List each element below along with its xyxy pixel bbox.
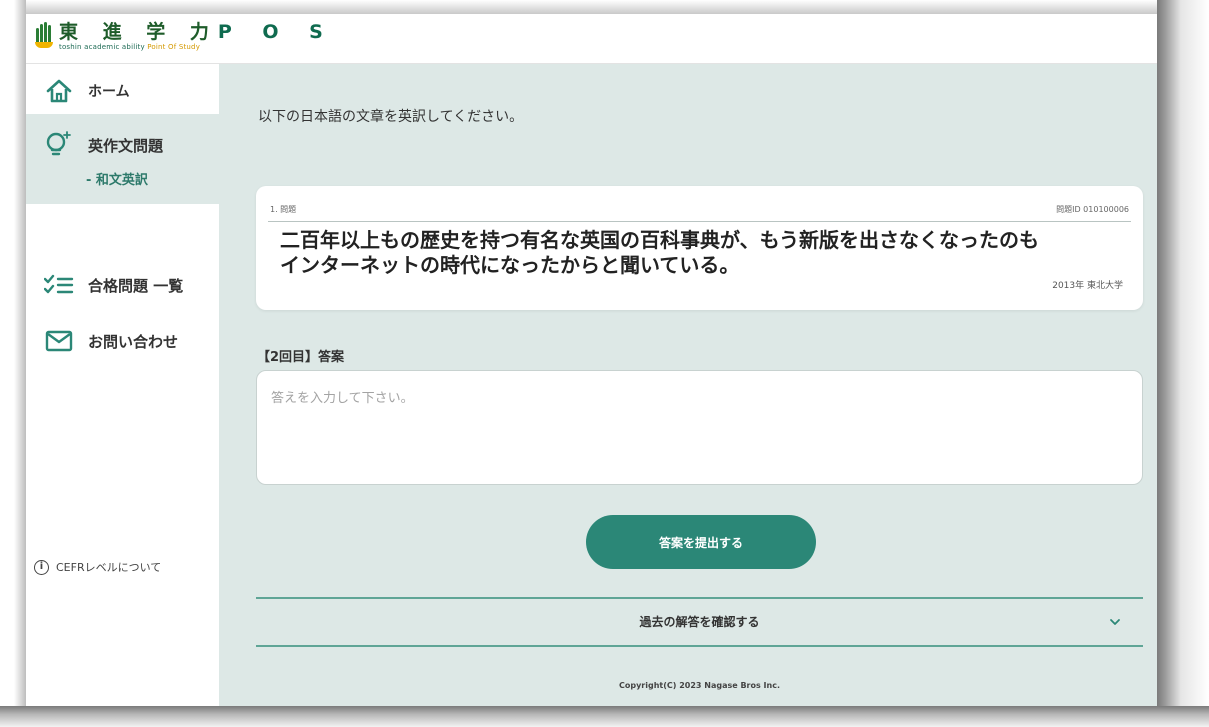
question-text-line: 二百年以上もの歴史を持つ有名な英国の百科事典が、もう新版を出さなくなったのも — [280, 228, 1039, 252]
window-frame-left — [0, 0, 26, 727]
logo-tree-icon — [33, 22, 55, 48]
cefr-link-label: CEFRレベルについて — [56, 561, 162, 574]
question-id: 問題ID 010100006 — [1056, 205, 1129, 214]
info-icon: i — [34, 559, 49, 575]
copyright-text: Copyright(C) 2023 Nagase Bros Inc. — [619, 681, 780, 690]
home-icon — [44, 76, 74, 106]
sidebar-item-label: 合格問題 一覧 — [88, 276, 184, 295]
instruction-text: 以下の日本語の文章を英訳してください。 — [258, 109, 524, 125]
answer-label: 【2回目】答案 — [257, 350, 345, 365]
past-answers-label: 過去の解答を確認する — [639, 615, 760, 629]
sidebar-item-english-composition[interactable]: 英作文問題 - 和文英訳 — [26, 114, 219, 204]
sidebar-item-label: 英作文問題 — [88, 136, 164, 155]
mail-icon — [44, 326, 74, 356]
logo-kanji: 東 進 学 力 — [59, 21, 218, 43]
question-text: 二百年以上もの歴史を持つ有名な英国の百科事典が、もう新版を出さなくなったのも イ… — [280, 228, 1100, 278]
logo-pos: P O S — [217, 21, 335, 43]
question-divider — [268, 221, 1131, 222]
sidebar-item-label: ホーム — [88, 84, 130, 100]
logo-text: 東 進 学 力P O S toshin academic ability Poi… — [59, 21, 335, 52]
submit-answer-button[interactable]: 答案を提出する — [586, 515, 816, 569]
checklist-icon — [44, 270, 74, 300]
cefr-info-link[interactable]: i CEFRレベルについて — [34, 559, 161, 575]
question-number: 1. 問題 — [270, 205, 297, 214]
window-frame-top — [0, 0, 1209, 14]
sidebar-item-label: お問い合わせ — [88, 332, 179, 351]
lightbulb-icon — [44, 130, 74, 160]
sidebar-item-passed-list[interactable]: 合格問題 一覧 — [26, 270, 219, 300]
question-source: 2013年 東北大学 — [1052, 281, 1123, 291]
sidebar-item-home[interactable]: ホーム — [26, 76, 219, 106]
sidebar-subitem-japanese-to-english[interactable]: - 和文英訳 — [86, 169, 219, 188]
header: 東 進 学 力P O S toshin academic ability Poi… — [26, 14, 1157, 64]
app-window: 東 進 学 力P O S toshin academic ability Poi… — [26, 14, 1157, 706]
sidebar-item-contact[interactable]: お問い合わせ — [26, 326, 219, 356]
question-text-line: インターネットの時代になったからと聞いている。 — [280, 253, 740, 277]
sidebar: ホーム 英作文問題 - 和文英訳 合格問題 一覧 お問い合わせ i CEFRレベ… — [26, 64, 219, 706]
chevron-down-icon — [1107, 614, 1123, 630]
window-frame-right — [1157, 0, 1209, 727]
logo-subtitle: toshin academic ability Point Of Study — [59, 43, 201, 51]
window-frame-bottom — [0, 706, 1209, 727]
question-card: 1. 問題 問題ID 010100006 二百年以上もの歴史を持つ有名な英国の百… — [256, 186, 1143, 310]
app-logo[interactable]: 東 進 学 力P O S toshin academic ability Poi… — [33, 21, 335, 57]
answer-input[interactable] — [256, 370, 1143, 485]
past-answers-accordion[interactable]: 過去の解答を確認する — [256, 597, 1143, 647]
